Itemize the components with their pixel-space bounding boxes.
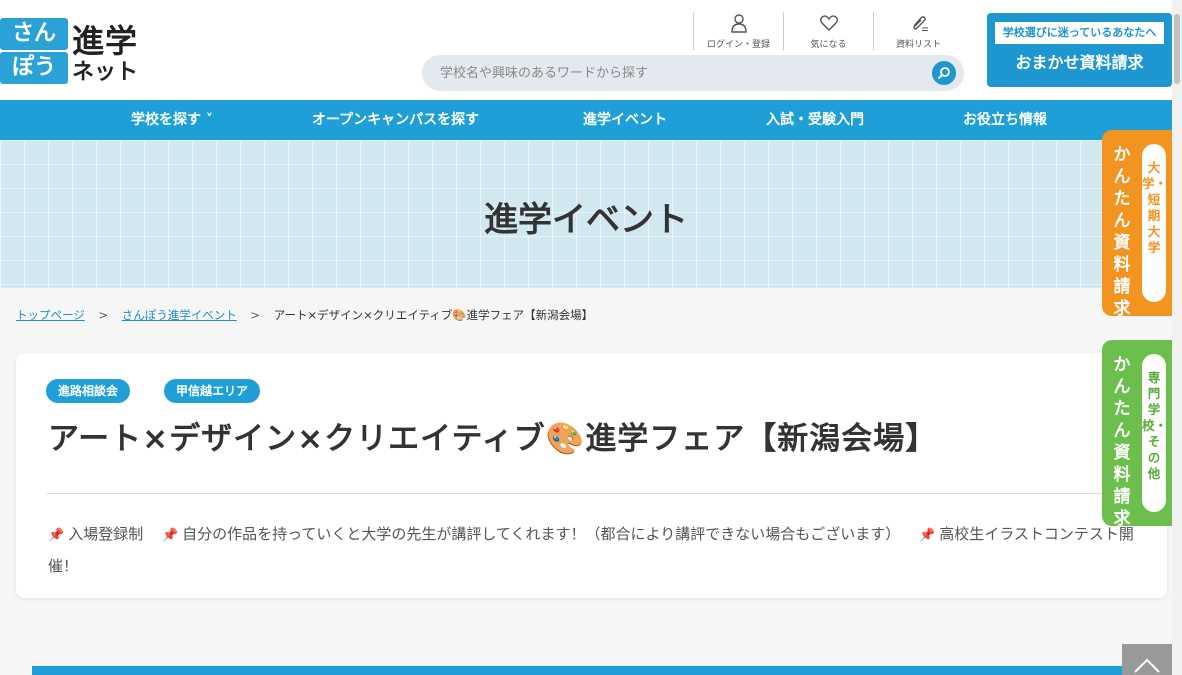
clip-icon	[912, 16, 928, 31]
search-input[interactable]	[422, 55, 902, 91]
login-link[interactable]: ログイン・登録	[693, 12, 783, 50]
university-category: 大学・短期大学	[1142, 160, 1168, 255]
site-header: さん ぽう 進学 ネット ログイン・登録 気になる 資料リスト 学校選びに迷って…	[0, 0, 1172, 100]
logo-box-top: さん	[0, 18, 68, 50]
login-label: ログイン・登録	[706, 40, 770, 50]
breadcrumb-home[interactable]: トップページ	[16, 308, 85, 322]
university-request-label: かんたん資料請求	[1113, 145, 1131, 319]
chevron-up-icon	[1134, 658, 1160, 673]
omakase-request-button[interactable]: 学校選びに迷っているあなたへ おまかせ資料請求	[987, 13, 1172, 87]
pin-icon: 📌	[161, 528, 179, 543]
search-icon	[937, 67, 950, 80]
nav-events[interactable]: 進学イベント	[583, 100, 667, 140]
vocational-pill: 専門学校・その他	[1142, 354, 1168, 512]
university-request-tab[interactable]: かんたん資料請求 大学・短期大学	[1102, 130, 1172, 319]
note-item: 📌 自分の作品を持っていくと大学の先生が講評してくれます！（都合により講評できない…	[162, 525, 900, 543]
event-card: 進路相談会 甲信越エリア アート×デザイン×クリエイティブ🎨進学フェア【新潟会場…	[16, 353, 1167, 598]
event-notes: 📌 入場登録制 📌 自分の作品を持っていくと大学の先生が講評してくれます！（都合によ…	[48, 519, 1148, 581]
nav-useful-info[interactable]: お役立ち情報	[963, 100, 1047, 140]
note-text: 入場登録制	[68, 525, 144, 543]
note-text: 自分の作品を持っていくと大学の先生が講評してくれます！（都合により講評できない場…	[182, 525, 901, 543]
heart-icon	[819, 15, 838, 31]
search-bar	[422, 55, 964, 91]
tag-consultation[interactable]: 進路相談会	[46, 379, 131, 403]
omakase-caption: 学校選びに迷っているあなたへ	[995, 22, 1164, 44]
nav-find-school[interactable]: 学校を探す ˅	[131, 100, 213, 140]
global-nav: 学校を探す ˅ オープンキャンパスを探す 進学イベント 入試・受験入門 お役立ち…	[0, 100, 1172, 140]
breadcrumb-separator: >	[250, 308, 261, 322]
nav-entrance-exam[interactable]: 入試・受験入門	[766, 100, 864, 140]
section-bar	[32, 666, 1122, 675]
breadcrumb-events[interactable]: さんぽう進学イベント	[122, 308, 237, 322]
breadcrumb-current: アート×デザイン×クリエイティブ🎨進学フェア【新潟会場】	[273, 308, 594, 322]
site-logo[interactable]: さん ぽう 進学 ネット	[0, 18, 145, 85]
event-title: アート×デザイン×クリエイティブ🎨進学フェア【新潟会場】	[48, 421, 938, 457]
utility-nav: ログイン・登録 気になる 資料リスト	[693, 12, 963, 50]
page-title: 進学イベント	[484, 200, 688, 240]
nav-open-campus[interactable]: オープンキャンパスを探す	[312, 100, 479, 140]
omakase-label: おまかせ資料請求	[1015, 53, 1144, 72]
note-item: 📌 入場登録制	[48, 525, 143, 543]
document-list-link[interactable]: 資料リスト	[873, 12, 963, 50]
vocational-request-tab[interactable]: かんたん資料請求 専門学校・その他	[1102, 340, 1172, 529]
breadcrumb-separator: >	[98, 308, 109, 322]
page-top-button[interactable]	[1122, 644, 1172, 675]
user-icon	[730, 14, 747, 33]
university-pill: 大学・短期大学	[1142, 144, 1168, 302]
scrollbar-thumb[interactable]	[1174, 14, 1180, 84]
pin-icon: 📌	[919, 528, 936, 543]
logo-text-sub: ネット	[72, 60, 139, 85]
logo-box-bottom: ぽう	[0, 52, 68, 84]
page-hero: 進学イベント	[0, 140, 1172, 288]
favorites-link[interactable]: 気になる	[783, 12, 873, 50]
favorites-label: 気になる	[810, 40, 847, 50]
vocational-request-label: かんたん資料請求	[1113, 355, 1131, 529]
tag-area[interactable]: 甲信越エリア	[164, 379, 261, 403]
vocational-category: 専門学校・その他	[1142, 370, 1168, 481]
search-button[interactable]	[932, 61, 956, 85]
document-list-label: 資料リスト	[895, 40, 941, 50]
pin-icon: 📌	[48, 528, 65, 543]
divider	[46, 493, 1137, 494]
scrollbar[interactable]	[1172, 0, 1182, 675]
breadcrumb: トップページ > さんぽう進学イベント > アート×デザイン×クリエイティブ🎨進…	[16, 307, 593, 323]
